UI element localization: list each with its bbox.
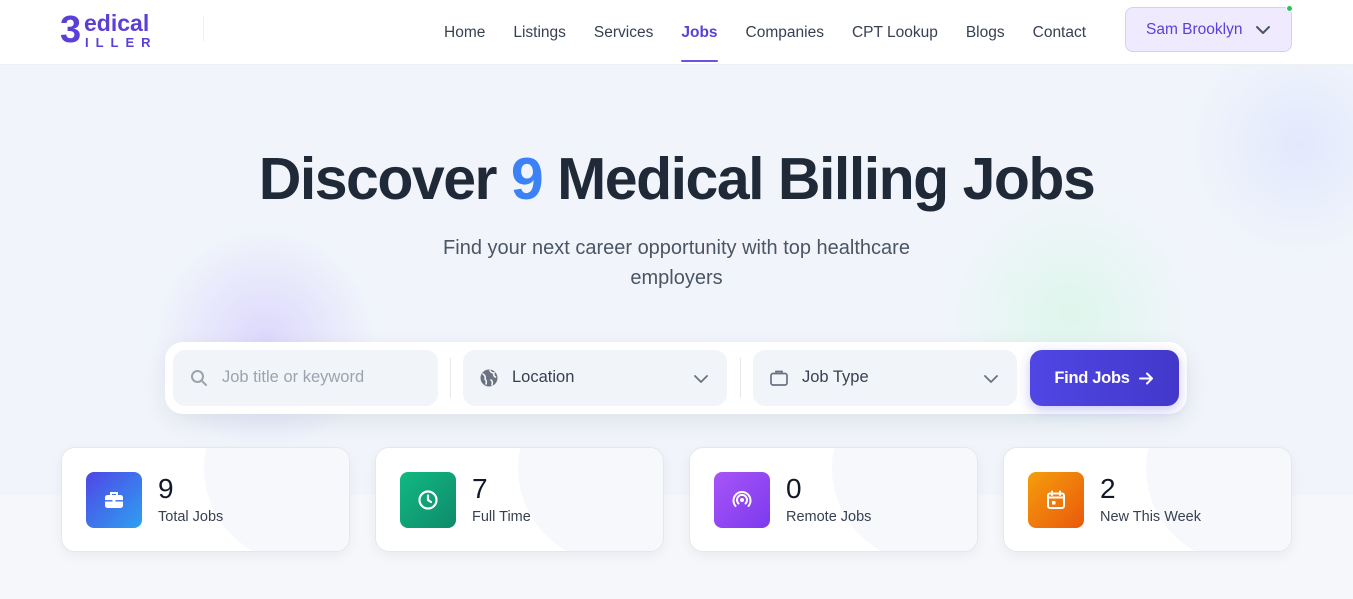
- stat-value: 0: [786, 473, 802, 504]
- nav-listings[interactable]: Listings: [513, 4, 566, 62]
- user-name: Sam Brooklyn: [1146, 20, 1243, 38]
- nav-cpt-lookup[interactable]: CPT Lookup: [852, 4, 938, 62]
- nav-services[interactable]: Services: [594, 4, 653, 62]
- briefcase-outline-icon: [769, 368, 789, 393]
- job-search-bar: Job title or keyword Location Job Type F…: [165, 342, 1187, 414]
- stat-value: 7: [472, 473, 488, 504]
- user-menu-button[interactable]: Sam Brooklyn: [1125, 5, 1293, 52]
- brand-logo[interactable]: 3 edical ILLER: [60, 8, 185, 51]
- search-icon: [189, 368, 209, 393]
- stat-value: 9: [158, 473, 174, 504]
- briefcase-icon: [86, 472, 142, 528]
- field-divider: [450, 358, 451, 398]
- calendar-icon: [1028, 472, 1084, 528]
- title-prefix: Discover: [258, 146, 498, 212]
- arrow-right-icon: [1138, 372, 1153, 384]
- nav-companies[interactable]: Companies: [746, 4, 824, 62]
- main-nav: Home Listings Services Jobs Companies CP…: [444, 0, 1114, 65]
- chevron-down-icon: [1255, 22, 1271, 43]
- nav-contact[interactable]: Contact: [1033, 4, 1086, 62]
- find-jobs-label: Find Jobs: [1054, 368, 1130, 387]
- chevron-down-icon: [983, 371, 999, 392]
- top-navbar: 3 edical ILLER Home Listings Services Jo…: [0, 0, 1353, 65]
- title-suffix: Medical Billing Jobs: [557, 146, 1096, 212]
- stat-card-new-this-week: 2 New This Week: [1003, 447, 1292, 552]
- stat-card-remote-jobs: 0 Remote Jobs: [689, 447, 978, 552]
- logo-text-top: edical: [84, 10, 149, 36]
- job-type-select[interactable]: Job Type: [753, 350, 1017, 406]
- nav-home[interactable]: Home: [444, 4, 485, 62]
- keyword-search-input[interactable]: Job title or keyword: [173, 350, 438, 406]
- online-status-dot: [1286, 5, 1293, 12]
- stat-card-total-jobs: 9 Total Jobs: [61, 447, 350, 552]
- logo-text-bottom: ILLER: [85, 35, 158, 50]
- page-title: Discover 9 Medical Billing Jobs: [0, 145, 1353, 213]
- page-subtitle: Find your next career opportunity with t…: [443, 237, 910, 289]
- broadcast-icon: [714, 472, 770, 528]
- nav-blogs[interactable]: Blogs: [966, 4, 1005, 62]
- find-jobs-button[interactable]: Find Jobs: [1030, 350, 1179, 406]
- stat-value: 2: [1100, 473, 1116, 504]
- stat-label: Remote Jobs: [786, 509, 872, 525]
- job-count-highlight: 9: [510, 146, 544, 212]
- location-label: Location: [512, 368, 575, 386]
- keyword-placeholder: Job title or keyword: [222, 368, 365, 386]
- clock-icon: [400, 472, 456, 528]
- location-select[interactable]: Location: [463, 350, 727, 406]
- field-divider: [740, 358, 741, 398]
- decor-blob: [150, 225, 380, 455]
- nav-jobs[interactable]: Jobs: [681, 4, 718, 62]
- globe-icon: [479, 368, 499, 393]
- hero-section: Discover 9 Medical Billing Jobs Find you…: [0, 65, 1353, 495]
- chevron-down-icon: [693, 371, 709, 392]
- stat-label: New This Week: [1100, 509, 1201, 525]
- job-type-label: Job Type: [802, 368, 869, 386]
- svg-text:3: 3: [60, 9, 81, 50]
- stat-label: Full Time: [472, 509, 531, 525]
- stat-card-full-time: 7 Full Time: [375, 447, 664, 552]
- logo-divider: [203, 16, 204, 42]
- stat-label: Total Jobs: [158, 509, 224, 525]
